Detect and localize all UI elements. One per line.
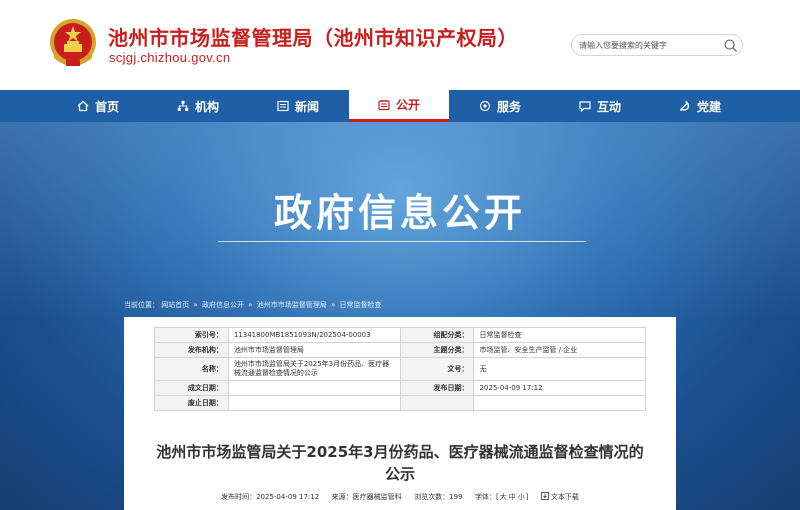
document-title: 池州市市场监管局关于2025年3月份药品、医疗器械流通监督检查情况的公示 bbox=[156, 443, 644, 483]
doc-no-label: 文号： bbox=[399, 357, 475, 381]
topic-label: 主题分类： bbox=[399, 342, 475, 358]
org-chart-icon bbox=[177, 100, 189, 111]
meta-table: 索引号： 11341800MB1851093N/202504-00003 组配分… bbox=[154, 327, 646, 411]
document-icon bbox=[378, 99, 390, 110]
chat-icon bbox=[579, 101, 591, 112]
views-label: 浏览次数： bbox=[414, 493, 450, 501]
download-icon bbox=[541, 492, 549, 500]
created-value bbox=[227, 380, 401, 396]
nav-item-label: 机构 bbox=[194, 99, 219, 114]
font-large-button[interactable]: 大 bbox=[500, 492, 507, 502]
breadcrumb-separator: » bbox=[193, 301, 198, 309]
news-icon bbox=[277, 100, 289, 112]
category-value: 日常监督检查 bbox=[473, 327, 646, 343]
empty-cell bbox=[399, 395, 475, 411]
banner-divider bbox=[218, 241, 586, 242]
nav-item-label: 新闻 bbox=[294, 99, 319, 114]
search-input[interactable] bbox=[579, 38, 719, 53]
site-header: 池州市市场监督管理局（池州市知识产权局） scjgj.chizhou.gov.c… bbox=[0, 0, 800, 90]
breadcrumb: 当前位置： 网站首页 » 政府信息公开 » 池州市市场监督管理局 » 日常监督检… bbox=[124, 300, 382, 310]
service-icon bbox=[479, 100, 491, 112]
publisher-value: 池州市市场监督管理局 bbox=[227, 342, 401, 358]
nav-item-home[interactable]: 首页 bbox=[48, 90, 148, 122]
table-row: 发布机构： 池州市市场监督管理局 主题分类： 市场监管、安全生产监管 / 企业 bbox=[154, 342, 646, 358]
banner-title: 政府信息公开 bbox=[273, 191, 526, 235]
banner: 政府信息公开 当前位置： 网站首页 » 政府信息公开 » 池州市市场监督管理局 … bbox=[0, 122, 800, 510]
expiry-label: 废止日期： bbox=[154, 395, 229, 411]
pubdate-value: 2025-04-09 17:12 bbox=[473, 380, 646, 396]
breadcrumb-item-inspection[interactable]: 日常监督检查 bbox=[340, 300, 382, 310]
name-label: 名称： bbox=[154, 357, 229, 381]
published-label: 发布时间： bbox=[221, 493, 257, 501]
index-no-value: 11341800MB1851093N/202504-00003 bbox=[227, 327, 401, 343]
nav-item-party[interactable]: 党建 bbox=[650, 90, 750, 122]
download-label: 文本下载 bbox=[550, 493, 579, 501]
main-nav: 首页 机构 新闻 公开 服务 互动 党建 bbox=[0, 90, 800, 122]
category-label: 组配分类： bbox=[399, 327, 475, 343]
breadcrumb-item-home[interactable]: 网站首页 bbox=[161, 300, 189, 310]
font-small-button[interactable]: 小 bbox=[518, 492, 525, 502]
pubdate-label: 发布日期： bbox=[399, 380, 475, 396]
breadcrumb-separator: » bbox=[248, 301, 253, 309]
breadcrumb-separator: » bbox=[331, 301, 336, 309]
breadcrumb-item-bureau[interactable]: 池州市市场监督管理局 bbox=[257, 300, 327, 310]
search-icon[interactable] bbox=[723, 38, 738, 53]
nav-item-service[interactable]: 服务 bbox=[450, 90, 550, 122]
nav-item-org[interactable]: 机构 bbox=[148, 90, 248, 122]
table-row: 废止日期： bbox=[154, 395, 646, 411]
search-box bbox=[571, 34, 743, 56]
nav-item-interact[interactable]: 互动 bbox=[550, 90, 650, 122]
nav-item-label: 服务 bbox=[496, 99, 521, 114]
font-bracket-open: [ bbox=[495, 493, 499, 501]
index-no-label: 索引号： bbox=[154, 327, 229, 343]
nav-item-label: 公开 bbox=[395, 98, 420, 112]
publisher-label: 发布机构： bbox=[154, 342, 229, 358]
name-value: 池州市市场监管局关于2025年3月份药品、医疗器械流通监督检查情况的公示 bbox=[227, 357, 401, 381]
table-row: 索引号： 11341800MB1851093N/202504-00003 组配分… bbox=[154, 327, 646, 343]
source-label: 来源： bbox=[331, 493, 353, 501]
nav-item-label: 互动 bbox=[596, 99, 621, 114]
site-title[interactable]: 池州市市场监督管理局（池州市知识产权局） bbox=[108, 22, 518, 51]
table-row: 成文日期： 发布日期： 2025-04-09 17:12 bbox=[154, 380, 646, 396]
national-emblem-icon[interactable] bbox=[48, 16, 98, 72]
site-domain: scjgj.chizhou.gov.cn bbox=[109, 50, 231, 65]
nav-item-news[interactable]: 新闻 bbox=[248, 90, 348, 122]
font-medium-button[interactable]: 中 bbox=[509, 492, 516, 502]
nav-item-open[interactable]: 公开 bbox=[349, 90, 449, 122]
views-value: 199 bbox=[449, 493, 463, 501]
expiry-value bbox=[227, 395, 401, 411]
breadcrumb-prefix: 当前位置： bbox=[124, 301, 159, 309]
font-label: 字体： bbox=[474, 493, 496, 501]
source-value: 医疗器械监管科 bbox=[352, 493, 402, 501]
doc-no-value: 无 bbox=[473, 357, 646, 381]
font-bracket-close: ] bbox=[525, 493, 529, 501]
published-value: 2025-04-09 17:12 bbox=[256, 493, 320, 501]
content-card: 索引号： 11341800MB1851093N/202504-00003 组配分… bbox=[124, 317, 676, 510]
created-label: 成文日期： bbox=[154, 380, 229, 396]
breadcrumb-item-open[interactable]: 政府信息公开 bbox=[202, 300, 244, 310]
document-info: 发布时间：2025-04-09 17:12 来源：医疗器械监管科 浏览次数：19… bbox=[124, 492, 676, 502]
nav-item-label: 党建 bbox=[696, 99, 721, 114]
empty-cell bbox=[473, 395, 646, 411]
download-button[interactable]: 文本下载 bbox=[541, 492, 579, 502]
home-icon bbox=[77, 100, 89, 112]
topic-value: 市场监管、安全生产监管 / 企业 bbox=[473, 342, 646, 358]
nav-item-label: 首页 bbox=[94, 99, 119, 114]
table-row: 名称： 池州市市场监管局关于2025年3月份药品、医疗器械流通监督检查情况的公示… bbox=[154, 357, 646, 381]
party-emblem-icon bbox=[679, 100, 690, 112]
